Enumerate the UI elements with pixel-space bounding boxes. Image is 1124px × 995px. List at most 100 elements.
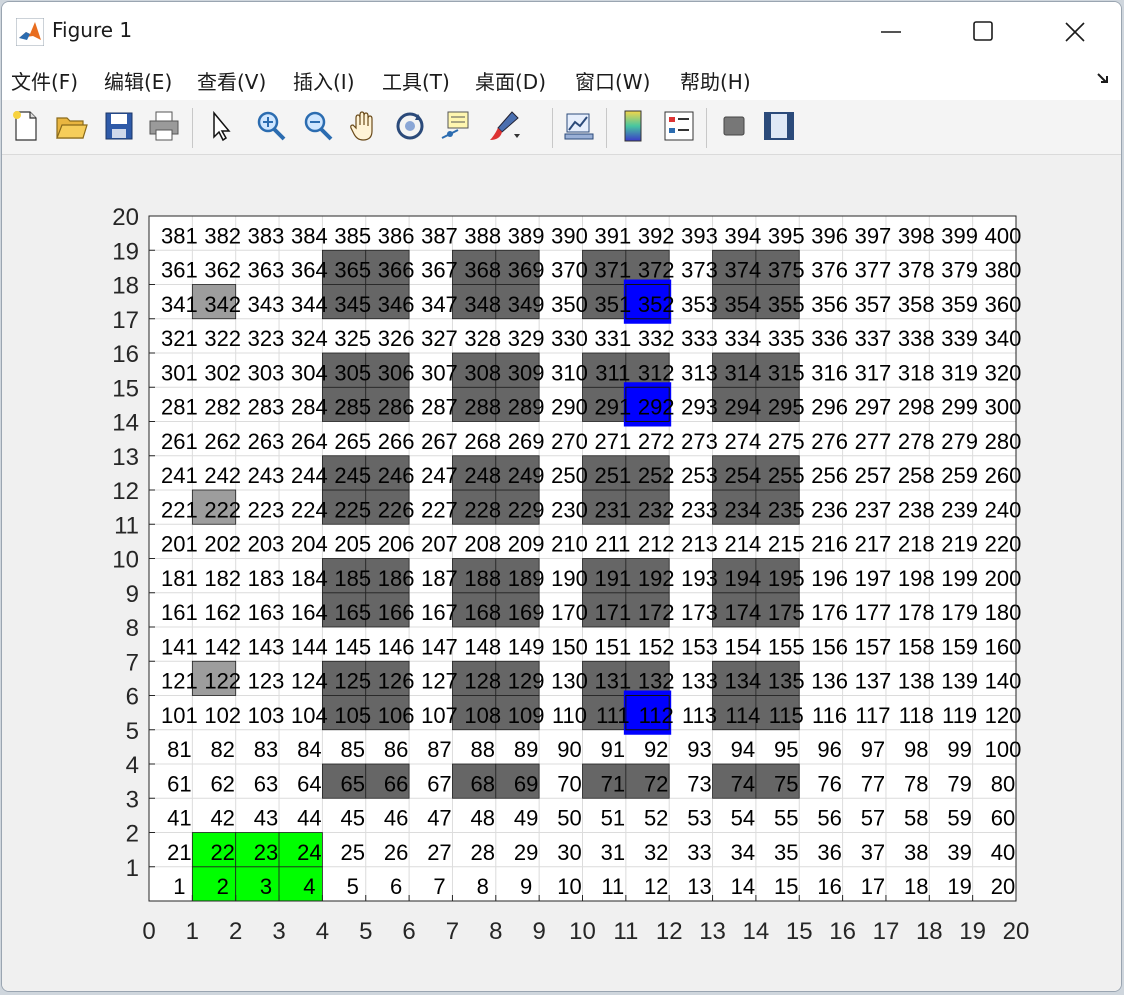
cell-number-label: 278 bbox=[898, 429, 935, 454]
cell-number-label: 378 bbox=[898, 258, 935, 283]
cell-number-label: 329 bbox=[508, 326, 545, 351]
print-icon[interactable] bbox=[146, 108, 182, 144]
cell-number-label: 324 bbox=[291, 326, 328, 351]
hide-plot-tools-icon[interactable] bbox=[716, 108, 752, 144]
link-plot-icon[interactable] bbox=[561, 108, 597, 144]
y-tick-label: 5 bbox=[126, 718, 139, 745]
cell-number-label: 173 bbox=[681, 600, 718, 625]
cell-number-label: 229 bbox=[508, 497, 545, 522]
cell-number-label: 310 bbox=[551, 360, 588, 385]
cell-number-label: 149 bbox=[508, 634, 545, 659]
menu-desktop[interactable]: 桌面(D) bbox=[475, 66, 546, 95]
close-button[interactable] bbox=[1029, 2, 1121, 62]
menu-window[interactable]: 窗口(W) bbox=[575, 66, 650, 95]
cell-number-label: 168 bbox=[464, 600, 501, 625]
cell-number-label: 170 bbox=[551, 600, 588, 625]
pointer-icon[interactable] bbox=[202, 108, 238, 144]
cell-number-label: 155 bbox=[768, 634, 805, 659]
menu-edit[interactable]: 编辑(E) bbox=[104, 66, 172, 95]
cell-number-label: 44 bbox=[297, 806, 321, 831]
cell-number-label: 263 bbox=[248, 429, 285, 454]
cell-number-label: 266 bbox=[378, 429, 415, 454]
menu-view[interactable]: 查看(V) bbox=[197, 66, 266, 95]
cell-number-label: 232 bbox=[638, 497, 675, 522]
menu-tools[interactable]: 工具(T) bbox=[382, 66, 450, 95]
y-tick-label: 16 bbox=[112, 341, 139, 368]
maximize-button[interactable] bbox=[937, 2, 1029, 62]
cell-number-label: 86 bbox=[384, 737, 408, 762]
cell-number-label: 130 bbox=[551, 669, 588, 694]
zoom-out-icon[interactable] bbox=[300, 108, 336, 144]
cell-number-label: 271 bbox=[594, 429, 631, 454]
cell-number-label: 60 bbox=[991, 806, 1015, 831]
cell-number-label: 150 bbox=[551, 634, 588, 659]
brush-icon[interactable] bbox=[486, 108, 522, 144]
cell-number-label: 215 bbox=[768, 532, 805, 557]
minimize-button[interactable] bbox=[845, 2, 937, 62]
cell-number-label: 285 bbox=[334, 395, 371, 420]
cell-number-label: 222 bbox=[204, 497, 241, 522]
show-plot-tools-icon[interactable] bbox=[761, 108, 797, 144]
legend-icon[interactable] bbox=[661, 108, 697, 144]
start-cell bbox=[191, 866, 237, 902]
open-file-icon[interactable] bbox=[53, 108, 89, 144]
x-tick-label: 9 bbox=[532, 918, 545, 945]
cell-number-label: 13 bbox=[687, 874, 711, 899]
rotate-3d-icon[interactable] bbox=[392, 108, 428, 144]
cell-number-label: 295 bbox=[768, 395, 805, 420]
x-tick-label: 4 bbox=[316, 918, 329, 945]
x-tick-label: 11 bbox=[613, 918, 638, 945]
cell-number-label: 164 bbox=[291, 600, 328, 625]
x-tick-label: 20 bbox=[1003, 918, 1030, 945]
figure-canvas[interactable]: 1 2 3 4 5 6 7 8 9 10 11 12 13 14 15 16 17 18 19 20 21 22 23 24 2… bbox=[2, 155, 1122, 991]
cell-number-label: 379 bbox=[941, 258, 978, 283]
zoom-in-icon[interactable] bbox=[253, 108, 289, 144]
cell-number-label: 316 bbox=[811, 360, 848, 385]
cell-number-label: 145 bbox=[334, 634, 371, 659]
toolbar-separator bbox=[706, 108, 707, 148]
y-tick-label: 3 bbox=[126, 786, 139, 813]
cell-number-label: 286 bbox=[378, 395, 415, 420]
cell-number-label: 92 bbox=[644, 737, 668, 762]
cell-number-label: 337 bbox=[855, 326, 892, 351]
x-tick-label: 18 bbox=[916, 918, 943, 945]
cell-number-label: 49 bbox=[514, 806, 538, 831]
cell-number-label: 67 bbox=[427, 771, 451, 796]
cell-number-label: 224 bbox=[291, 497, 328, 522]
colorbar-icon[interactable] bbox=[615, 108, 651, 144]
cell-number-label: 106 bbox=[378, 703, 415, 728]
cell-number-label: 325 bbox=[334, 326, 371, 351]
cell-number-label: 273 bbox=[681, 429, 718, 454]
cell-number-label: 191 bbox=[594, 566, 631, 591]
grid-map-axes[interactable]: 1 2 3 4 5 6 7 8 9 10 11 12 13 14 15 16 17 18 19 2021 22 23 24 2… bbox=[2, 155, 1122, 991]
cell-number-label: 250 bbox=[551, 463, 588, 488]
cell-number-label: 269 bbox=[508, 429, 545, 454]
cell-number-label: 147 bbox=[421, 634, 458, 659]
cell-number-label: 389 bbox=[508, 223, 545, 248]
cell-number-label: 259 bbox=[941, 463, 978, 488]
menu-file[interactable]: 文件(F) bbox=[11, 66, 78, 95]
dock-arrow-icon[interactable] bbox=[1095, 70, 1111, 90]
save-icon[interactable] bbox=[101, 108, 137, 144]
cell-number-label: 15 bbox=[774, 874, 798, 899]
cell-number-label: 276 bbox=[811, 429, 848, 454]
pan-hand-icon[interactable] bbox=[346, 108, 382, 144]
cell-number-label: 342 bbox=[204, 292, 241, 317]
cell-number-label: 227 bbox=[421, 497, 458, 522]
cell-number-label: 225 bbox=[334, 497, 371, 522]
cell-number-label: 344 bbox=[291, 292, 328, 317]
cell-number-label: 93 bbox=[687, 737, 711, 762]
menu-help[interactable]: 帮助(H) bbox=[680, 66, 751, 95]
new-figure-icon[interactable] bbox=[8, 108, 44, 144]
cell-number-label: 63 bbox=[254, 771, 278, 796]
cell-number-label: 56 bbox=[817, 806, 841, 831]
cell-number-label: 319 bbox=[941, 360, 978, 385]
cell-number-label: 243 bbox=[248, 463, 285, 488]
cell-number-label: 57 bbox=[861, 806, 885, 831]
cell-number-label: 399 bbox=[941, 223, 978, 248]
cell-number-label: 89 bbox=[514, 737, 538, 762]
data-cursor-icon[interactable] bbox=[438, 108, 474, 144]
menu-insert[interactable]: 插入(I) bbox=[293, 66, 355, 95]
cell-number-label: 187 bbox=[421, 566, 458, 591]
cell-number-label: 109 bbox=[508, 703, 545, 728]
